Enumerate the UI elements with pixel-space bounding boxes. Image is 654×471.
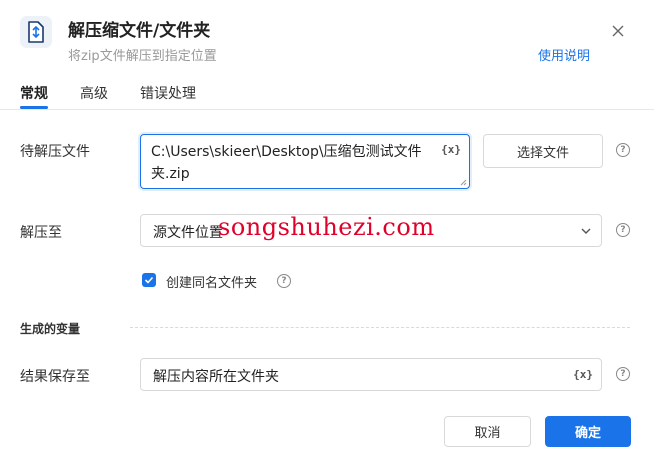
create-folder-checkbox[interactable] [142, 273, 156, 287]
unzip-file-icon [20, 16, 52, 48]
cancel-button[interactable]: 取消 [444, 416, 531, 447]
result-label: 结果保存至 [20, 369, 90, 385]
close-button[interactable] [608, 21, 628, 41]
tab-bar: 常规 高级 错误处理 [0, 80, 654, 110]
source-file-value: C:\Users\skieer\Desktop\压缩包测试文件夹.zip [151, 144, 422, 182]
dialog-title: 解压缩文件/文件夹 [68, 21, 211, 41]
source-file-input[interactable]: C:\Users\skieer\Desktop\压缩包测试文件夹.zip {x} [140, 134, 470, 189]
section-divider [130, 327, 630, 328]
tab-general[interactable]: 常规 [20, 83, 48, 103]
select-file-button[interactable]: 选择文件 [483, 134, 603, 168]
help-link[interactable]: 使用说明 [538, 45, 590, 64]
resize-handle-icon[interactable] [460, 179, 467, 186]
output-section-title: 生成的变量 [20, 322, 81, 336]
extract-to-label: 解压至 [20, 225, 62, 241]
result-variable-input[interactable]: 解压内容所在文件夹 {x} [140, 358, 602, 391]
confirm-button[interactable]: 确定 [545, 416, 631, 447]
variable-icon[interactable]: {x} [441, 143, 461, 156]
extract-to-value: 源文件位置 [153, 225, 223, 241]
help-circle-icon[interactable]: ? [277, 274, 291, 288]
checkmark-icon [144, 276, 154, 284]
tab-error-handling[interactable]: 错误处理 [140, 83, 196, 103]
result-variable-value: 解压内容所在文件夹 [153, 369, 279, 385]
help-circle-icon[interactable]: ? [616, 367, 630, 381]
chevron-down-icon [581, 228, 591, 234]
help-circle-icon[interactable]: ? [616, 143, 630, 157]
active-tab-indicator [20, 106, 48, 109]
close-icon [612, 25, 624, 37]
create-folder-label[interactable]: 创建同名文件夹 [166, 272, 257, 291]
help-circle-icon[interactable]: ? [616, 223, 630, 237]
tab-advanced[interactable]: 高级 [80, 83, 108, 103]
source-file-label: 待解压文件 [20, 144, 90, 160]
variable-icon[interactable]: {x} [573, 368, 593, 381]
watermark-text: songshuhezi.com [218, 213, 435, 241]
dialog-subtitle: 将zip文件解压到指定位置 [68, 49, 217, 64]
